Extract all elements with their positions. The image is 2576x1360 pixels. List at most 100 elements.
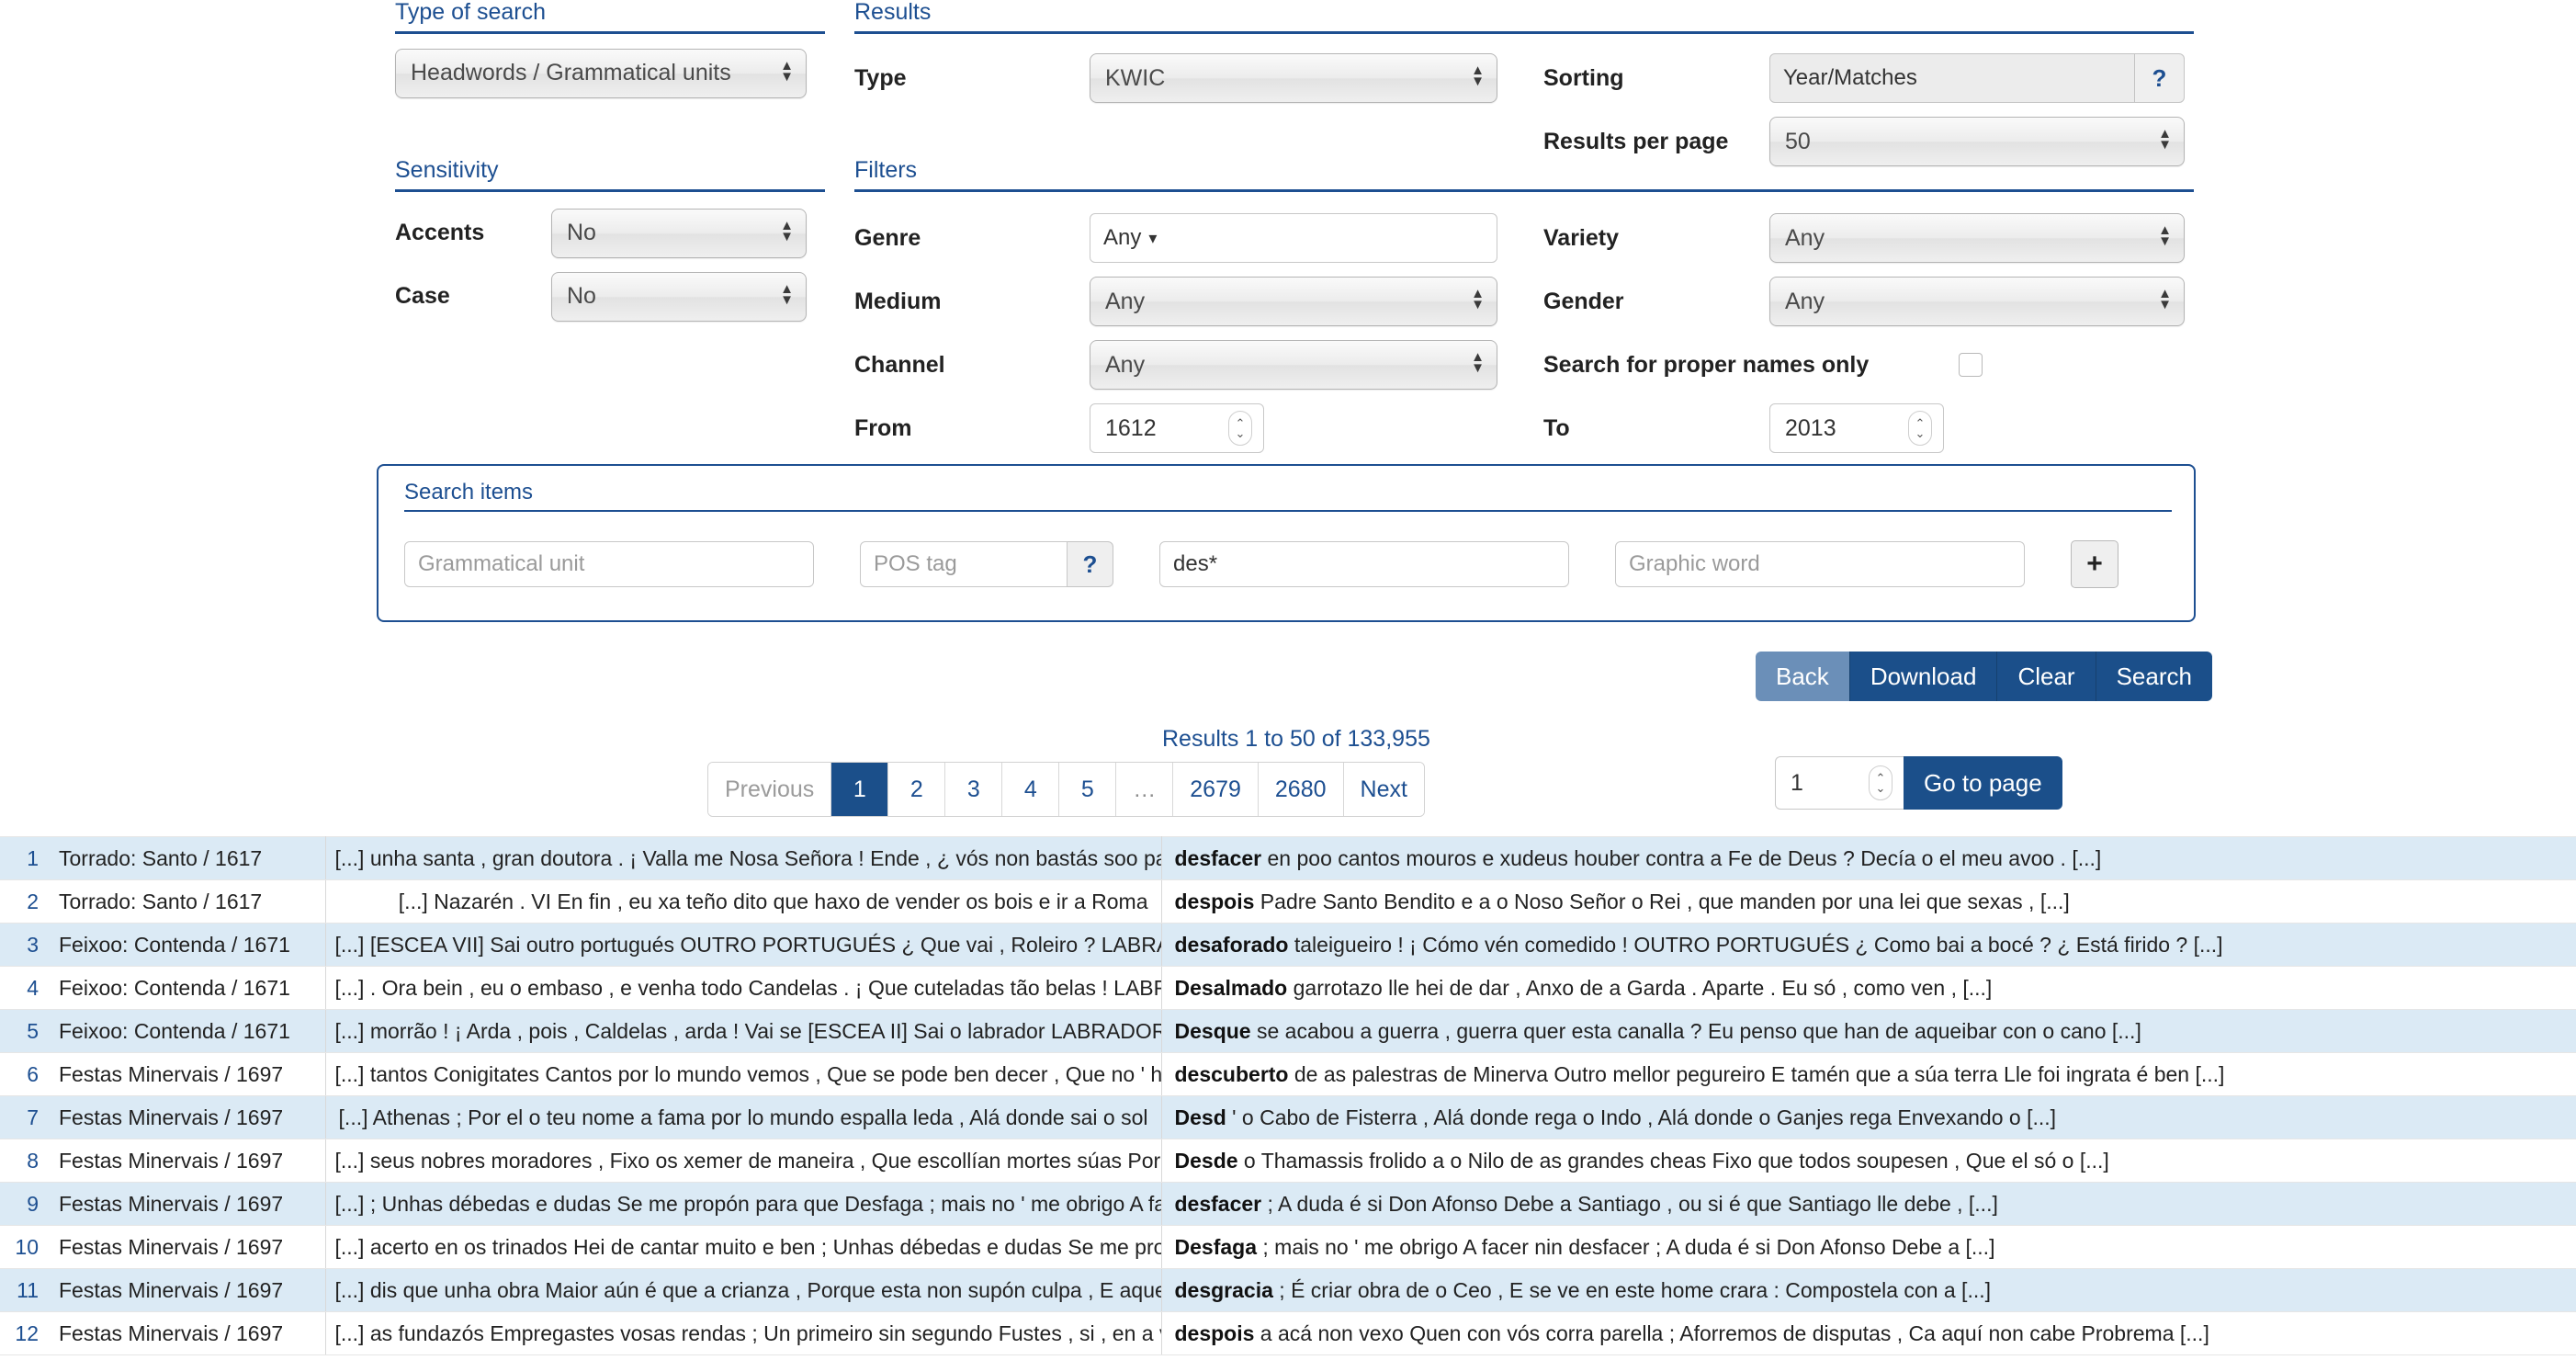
row-keyword-and-right-context: Desalmado garrotazo lle hei de dar , Anx… — [1161, 966, 2576, 1010]
row-source[interactable]: Festas Minervais / 1697 — [50, 1182, 326, 1226]
case-select[interactable]: No ▲ ▼ — [551, 271, 807, 322]
pagination-page-2[interactable]: 2 — [888, 763, 946, 816]
sorting-help-button[interactable]: ? — [2135, 53, 2185, 103]
graphic-word-input[interactable]: Graphic word — [1615, 541, 2025, 587]
row-source[interactable]: Feixoo: Contenda / 1671 — [50, 966, 326, 1010]
row-left-context: [...] [ESCEA VII] Sai outro portugués OU… — [325, 923, 1162, 967]
pagination-page-5[interactable]: 5 — [1059, 763, 1117, 816]
proper-names-row: Search for proper names only — [1543, 340, 2194, 390]
add-search-item-button[interactable]: + — [2071, 540, 2118, 588]
pagination-page-1[interactable]: 1 — [831, 763, 889, 816]
table-row[interactable]: 10 Festas Minervais / 1697 [...] acerto en… — [0, 1225, 2576, 1269]
row-source[interactable]: Festas Minervais / 1697 — [50, 1095, 326, 1139]
table-row[interactable]: 3 Feixoo: Contenda / 1671 [...] [ESCEA VII… — [0, 923, 2576, 967]
clear-button[interactable]: Clear — [1997, 652, 2096, 701]
search-items-heading-wrap: Search items — [404, 480, 2172, 513]
pagination-previous[interactable]: Previous — [708, 763, 832, 816]
pos-tag-input[interactable]: POS tag — [860, 541, 1068, 587]
to-year-input[interactable]: 2013 ⌃ ⌄ — [1769, 403, 1944, 453]
filters-left-col: Genre Any ▾ Medium Any ▲ ▼ Channel Any ▲ ▼… — [854, 197, 1497, 467]
row-source[interactable]: Feixoo: Contenda / 1671 — [50, 923, 326, 967]
accents-row: Accents No ▲ ▼ — [395, 208, 825, 258]
row-keyword-and-right-context: Desque se acabou a guerra , guerra quer … — [1161, 1009, 2576, 1053]
genre-dropdown[interactable]: Any ▾ — [1090, 213, 1497, 263]
row-left-context: [...] Athenas ; Por el o teu nome a fama… — [325, 1095, 1162, 1139]
table-row[interactable]: 12 Festas Minervais / 1697 [...] as fundaz… — [0, 1311, 2576, 1355]
results-heading: Results — [854, 0, 2194, 34]
case-value: No — [567, 283, 596, 309]
row-keyword-and-right-context: desgracia ; É criar obra de o Ceo , E se… — [1161, 1268, 2576, 1312]
row-source[interactable]: Feixoo: Contenda / 1671 — [50, 1009, 326, 1053]
chevron-updown-icon: ▲ ▼ — [2158, 222, 2172, 249]
pagination-page-3[interactable]: 3 — [945, 763, 1003, 816]
chevron-updown-icon: ▲ ▼ — [1471, 349, 1485, 376]
type-of-search-select[interactable]: Headwords / Grammatical units ▲ ▼ — [395, 48, 807, 98]
pos-tag-help-button[interactable]: ? — [1068, 541, 1113, 587]
gender-select[interactable]: Any ▲ ▼ — [1769, 277, 2185, 326]
row-source[interactable]: Torrado: Santo / 1617 — [50, 879, 326, 924]
pagination: Previous 1 2 3 4 5 … 2679 2680 Next — [707, 762, 1425, 817]
go-to-page-button[interactable]: Go to page — [1904, 756, 2062, 810]
sensitivity-section: Sensitivity Accents No ▲ ▼ Case No ▲ ▼ — [395, 157, 825, 335]
table-row[interactable]: 9 Festas Minervais / 1697 [...] ; Unhas dé… — [0, 1182, 2576, 1226]
lemma-input[interactable]: des* — [1159, 541, 1569, 587]
gender-label: Gender — [1543, 288, 1624, 314]
medium-select[interactable]: Any ▲ ▼ — [1090, 277, 1497, 326]
row-source[interactable]: Festas Minervais / 1697 — [50, 1225, 326, 1269]
row-keyword-and-right-context: descuberto de as palestras de Minerva Ou… — [1161, 1052, 2576, 1096]
table-row[interactable]: 2 Torrado: Santo / 1617 [...] Nazarén . VI… — [0, 879, 2576, 924]
proper-names-label: Search for proper names only — [1543, 351, 1870, 378]
gender-row: Gender Any ▲ ▼ — [1543, 277, 2194, 326]
row-left-context: [...] morrão ! ¡ Arda , pois , Caldelas … — [325, 1009, 1162, 1053]
row-source[interactable]: Festas Minervais / 1697 — [50, 1311, 326, 1355]
grammatical-unit-input[interactable]: Grammatical unit — [404, 541, 814, 587]
table-row[interactable]: 6 Festas Minervais / 1697 [...] tantos Con… — [0, 1052, 2576, 1096]
table-row[interactable]: 5 Feixoo: Contenda / 1671 [...] morrão ! ¡… — [0, 1009, 2576, 1053]
search-button[interactable]: Search — [2096, 652, 2212, 701]
row-number: 12 — [0, 1311, 50, 1355]
from-year-input[interactable]: 1612 ⌃ ⌄ — [1090, 403, 1264, 453]
proper-names-checkbox[interactable] — [1959, 353, 1983, 377]
pagination-page-4[interactable]: 4 — [1002, 763, 1060, 816]
row-left-context: [...] dis que unha obra Maior aún é que … — [325, 1268, 1162, 1312]
table-row[interactable]: 8 Festas Minervais / 1697 [...] seus nobre… — [0, 1139, 2576, 1183]
row-number: 5 — [0, 1009, 50, 1053]
accents-select[interactable]: No ▲ ▼ — [551, 208, 807, 258]
chevron-updown-icon: ▲ ▼ — [1471, 62, 1485, 89]
to-year-value: 2013 — [1785, 414, 1836, 441]
table-row[interactable]: 1 Torrado: Santo / 1617 [...] unha santa ,… — [0, 836, 2576, 880]
filters-heading: Filters — [854, 157, 2194, 192]
variety-select[interactable]: Any ▲ ▼ — [1769, 213, 2185, 263]
action-buttons: Back Download Clear Search — [1756, 652, 2212, 701]
table-row[interactable]: 4 Feixoo: Contenda / 1671 [...] . Ora bein… — [0, 966, 2576, 1010]
table-row[interactable]: 7 Festas Minervais / 1697 [...] Athenas ; … — [0, 1095, 2576, 1139]
row-source[interactable]: Torrado: Santo / 1617 — [50, 836, 326, 880]
results-type-select[interactable]: KWIC ▲ ▼ — [1090, 53, 1497, 103]
pagination-page-2679[interactable]: 2679 — [1173, 763, 1259, 816]
genre-label: Genre — [854, 224, 921, 251]
results-type-row: Type KWIC ▲ ▼ — [854, 39, 1497, 117]
row-source[interactable]: Festas Minervais / 1697 — [50, 1268, 326, 1312]
download-button[interactable]: Download — [1849, 652, 1998, 701]
spinner-arrows-icon[interactable]: ⌃ ⌄ — [1908, 411, 1932, 446]
sorting-input[interactable]: Year/Matches — [1769, 53, 2135, 103]
back-button[interactable]: Back — [1756, 652, 1850, 701]
spinner-arrows-icon[interactable]: ⌃ ⌄ — [1869, 765, 1892, 800]
row-left-context: [...] acerto en os trinados Hei de canta… — [325, 1225, 1162, 1269]
row-source[interactable]: Festas Minervais / 1697 — [50, 1052, 326, 1096]
row-keyword-and-right-context: Desd ' o Cabo de Fisterra , Alá donde re… — [1161, 1095, 2576, 1139]
spinner-arrows-icon[interactable]: ⌃ ⌄ — [1228, 411, 1252, 446]
to-row: To 2013 ⌃ ⌄ — [1543, 403, 2194, 453]
channel-select[interactable]: Any ▲ ▼ — [1090, 340, 1497, 390]
row-source[interactable]: Festas Minervais / 1697 — [50, 1139, 326, 1183]
go-to-page-input[interactable]: 1 ⌃ ⌄ — [1775, 756, 1904, 810]
genre-row: Genre Any ▾ — [854, 213, 1497, 263]
from-year-value: 1612 — [1105, 414, 1157, 441]
pagination-next[interactable]: Next — [1343, 763, 1424, 816]
table-row[interactable]: 11 Festas Minervais / 1697 [...] dis que u… — [0, 1268, 2576, 1312]
filters-heading-wrap: Filters — [854, 157, 2194, 192]
variety-row: Variety Any ▲ ▼ — [1543, 213, 2194, 263]
from-label: From — [854, 414, 912, 441]
go-to-page-value: 1 — [1791, 769, 1803, 796]
pagination-page-2680[interactable]: 2680 — [1258, 763, 1344, 816]
